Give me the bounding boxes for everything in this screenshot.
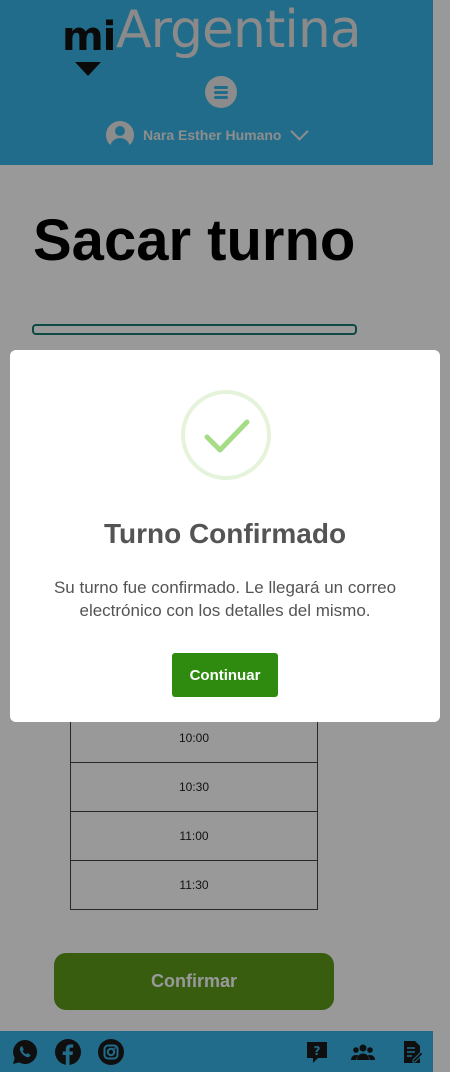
success-circle — [181, 390, 271, 480]
continue-button[interactable]: Continuar — [172, 653, 278, 697]
check-icon — [204, 419, 250, 453]
modal-title: Turno Confirmado — [103, 518, 347, 549]
modal-message: Su turno fue confirmado. Le llegará un c… — [53, 578, 397, 620]
confirmation-modal: Turno Confirmado Su turno fue confirmado… — [10, 350, 440, 722]
